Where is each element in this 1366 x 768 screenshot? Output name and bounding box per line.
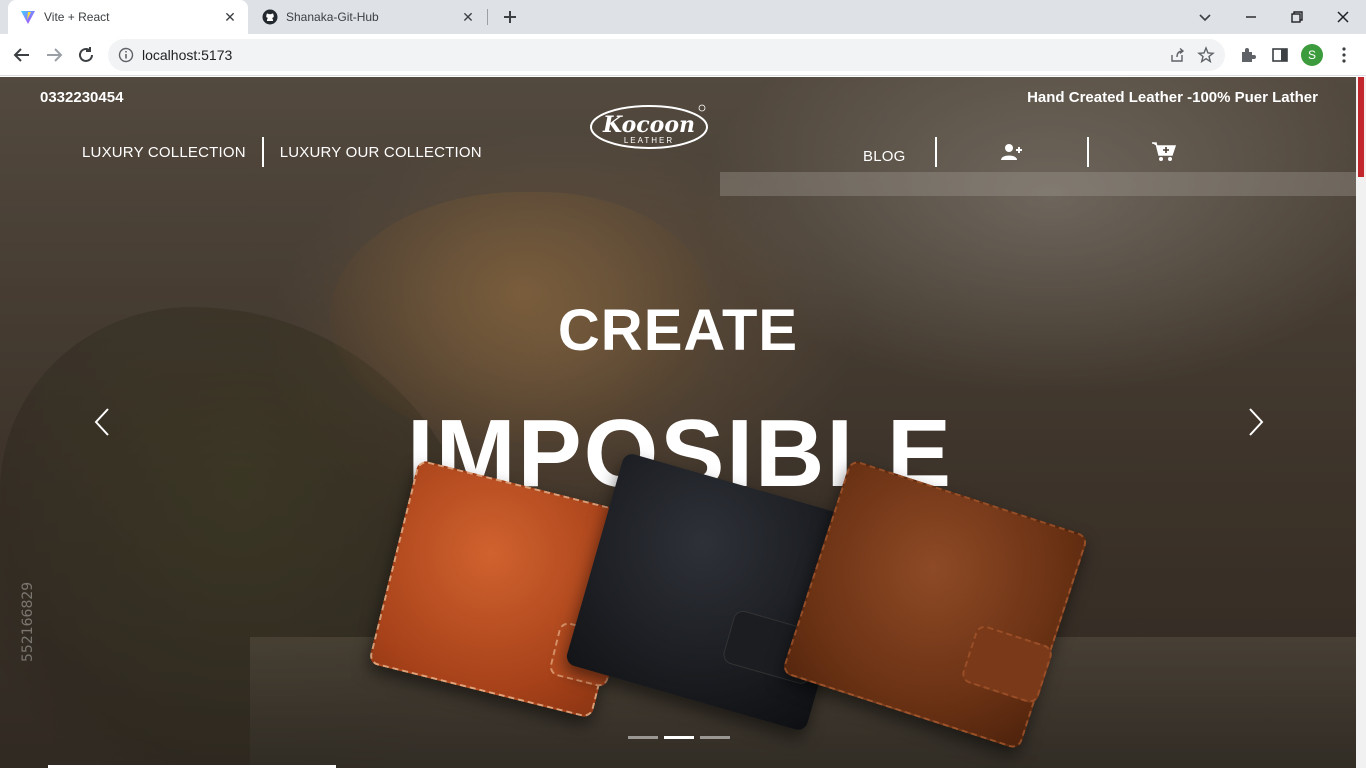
logo-text: Kocoon: [602, 112, 696, 138]
url-text[interactable]: localhost:5173: [142, 47, 232, 63]
logo-subtext: LEATHER: [623, 136, 675, 145]
nav-left: LUXURY COLLECTION LUXURY OUR COLLECTION: [82, 137, 482, 167]
side-panel-icon[interactable]: [1271, 46, 1289, 64]
address-bar[interactable]: localhost:5173: [108, 39, 1225, 71]
reload-icon[interactable]: [75, 44, 97, 66]
nav-luxury-collection[interactable]: LUXURY COLLECTION: [82, 144, 246, 161]
carousel-indicators: [628, 736, 730, 739]
add-user-icon: [1001, 144, 1023, 160]
nav-luxury-our-collection[interactable]: LUXURY OUR COLLECTION: [280, 144, 482, 161]
forward-arrow-icon[interactable]: [43, 44, 65, 66]
hero-section: 552166829 0332230454 Hand Created Leathe…: [0, 77, 1356, 768]
github-icon: [262, 9, 278, 25]
carousel-prev-icon[interactable]: [92, 407, 112, 437]
wallets-image: [368, 451, 1089, 762]
info-icon[interactable]: [118, 47, 134, 63]
tab-github[interactable]: Shanaka-Git-Hub ✕: [250, 0, 486, 34]
hero-heading-create: CREATE: [557, 298, 799, 363]
minimize-icon[interactable]: [1241, 7, 1261, 27]
browser-tab-bar: Vite + React ✕ Shanaka-Git-Hub ✕: [0, 0, 1366, 34]
tab-vite-react[interactable]: Vite + React ✕: [8, 0, 248, 34]
close-icon[interactable]: ✕: [222, 9, 238, 25]
header-tagline: Hand Created Leather -100% Puer Lather: [1027, 89, 1318, 106]
close-icon[interactable]: ✕: [460, 9, 476, 25]
share-icon[interactable]: [1169, 47, 1185, 63]
restore-icon[interactable]: [1287, 7, 1307, 27]
nav-blog[interactable]: BLOG: [863, 148, 935, 165]
brand-logo[interactable]: Kocoon LEATHER: [589, 103, 709, 153]
cart-icon: [1152, 142, 1177, 161]
nav-right: BLOG: [863, 137, 1239, 167]
phone-number: 0332230454: [40, 89, 124, 106]
carousel-indicator-2[interactable]: [664, 736, 694, 739]
vite-icon: [21, 11, 35, 24]
back-arrow-icon[interactable]: [11, 44, 33, 66]
wallet-strap: [959, 623, 1055, 706]
stock-photo-id: 552166829: [20, 581, 36, 662]
browser-toolbar: localhost:5173 S: [0, 34, 1366, 76]
tab-title: Vite + React: [44, 10, 110, 24]
bookmark-star-icon[interactable]: [1197, 46, 1215, 64]
new-tab-icon[interactable]: [500, 7, 520, 27]
profile-avatar[interactable]: S: [1301, 44, 1323, 66]
carousel-indicator-1[interactable]: [628, 736, 658, 739]
scrollbar-thumb[interactable]: [1358, 77, 1364, 177]
carousel-indicator-3[interactable]: [700, 736, 730, 739]
brown-wallet: [781, 458, 1089, 751]
add-user-button[interactable]: [937, 143, 1087, 161]
tab-separator: [487, 9, 488, 25]
close-window-icon[interactable]: [1333, 7, 1353, 27]
carousel-next-icon[interactable]: [1246, 407, 1266, 437]
tab-title: Shanaka-Git-Hub: [286, 10, 379, 24]
nav-divider: [261, 137, 264, 167]
page-scrollbar[interactable]: [1356, 77, 1366, 768]
more-menu-icon[interactable]: [1336, 46, 1352, 64]
extensions-icon[interactable]: [1239, 46, 1257, 64]
cart-button[interactable]: [1089, 141, 1239, 163]
tab-search-icon[interactable]: [1195, 7, 1215, 27]
